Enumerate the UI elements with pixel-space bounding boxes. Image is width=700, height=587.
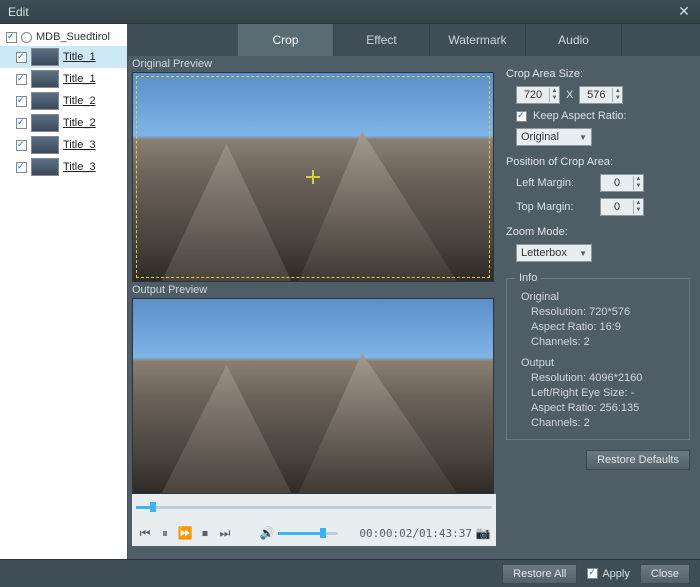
zoom-select[interactable]: Letterbox▼ bbox=[516, 244, 592, 262]
close-icon[interactable]: ✕ bbox=[676, 4, 692, 20]
playback-controls: ⏮ ⏸ ⏩ ⏹ ⏭ 🔊 00:00:02/01:43:37 📷 bbox=[132, 520, 496, 546]
output-preview-label: Output Preview bbox=[132, 282, 496, 298]
thumbnail bbox=[31, 136, 59, 154]
tab-crop[interactable]: Crop bbox=[238, 24, 334, 56]
volume-icon[interactable]: 🔊 bbox=[258, 524, 276, 542]
checkbox-icon[interactable] bbox=[16, 74, 27, 85]
checkbox-icon[interactable] bbox=[16, 140, 27, 151]
restore-defaults-button[interactable]: Restore Defaults bbox=[586, 450, 690, 470]
thumbnail bbox=[31, 92, 59, 110]
tree-item-label: Title_3 bbox=[63, 161, 96, 173]
sidebar: MDB_Suedtirol Title_1 Title_1 Title_2 Title… bbox=[0, 24, 128, 559]
volume-slider[interactable] bbox=[278, 525, 338, 541]
tree-item[interactable]: Title_2 bbox=[0, 90, 127, 112]
thumbnail bbox=[31, 70, 59, 88]
left-margin-input[interactable]: ▲▼ bbox=[600, 174, 644, 192]
thumbnail bbox=[31, 158, 59, 176]
thumbnail bbox=[31, 48, 59, 66]
skip-back-icon[interactable]: ⏮ bbox=[136, 524, 154, 542]
titlebar: Edit ✕ bbox=[0, 0, 700, 24]
chevron-down-icon: ▼ bbox=[579, 249, 587, 258]
stop-icon[interactable]: ⏹ bbox=[196, 524, 214, 542]
crop-height-input[interactable]: ▲▼ bbox=[579, 86, 623, 104]
tree-item[interactable]: Title_2 bbox=[0, 112, 127, 134]
seek-slider[interactable] bbox=[136, 499, 492, 515]
close-button[interactable]: Close bbox=[640, 564, 690, 584]
tree-item-label: Title_1 bbox=[63, 73, 96, 85]
tree-item-label: Title_3 bbox=[63, 139, 96, 151]
tree-item[interactable]: Title_3 bbox=[0, 156, 127, 178]
tree-item[interactable]: Title_3 bbox=[0, 134, 127, 156]
project-row[interactable]: MDB_Suedtirol bbox=[0, 28, 127, 46]
chevron-down-icon: ▼ bbox=[579, 133, 587, 142]
tab-audio[interactable]: Audio bbox=[526, 24, 622, 56]
tree-item[interactable]: Title_1 bbox=[0, 46, 127, 68]
timecode: 00:00:02/01:43:37 bbox=[359, 527, 472, 540]
crop-width-input[interactable]: ▲▼ bbox=[516, 86, 560, 104]
info-original-label: Original bbox=[521, 290, 681, 305]
original-preview[interactable] bbox=[132, 72, 494, 282]
preview-column: Original Preview Output Preview ⏮ bbox=[128, 56, 496, 559]
tab-bar: CropEffectWatermarkAudio bbox=[128, 24, 700, 56]
tab-effect[interactable]: Effect bbox=[334, 24, 430, 56]
checkbox-icon[interactable] bbox=[16, 118, 27, 129]
output-preview bbox=[132, 298, 494, 494]
restore-all-button[interactable]: Restore All bbox=[502, 564, 577, 584]
checkbox-icon[interactable] bbox=[16, 52, 27, 63]
size-sep: X bbox=[566, 89, 573, 101]
info-output-label: Output bbox=[521, 356, 681, 371]
content-area: CropEffectWatermarkAudio Original Previe… bbox=[128, 24, 700, 559]
apply-label: Apply bbox=[602, 568, 630, 580]
zoom-mode-label: Zoom Mode: bbox=[506, 226, 690, 238]
snapshot-icon[interactable]: 📷 bbox=[474, 524, 492, 542]
apply-checkbox-row[interactable]: Apply bbox=[587, 568, 630, 580]
checkbox-icon[interactable] bbox=[6, 32, 17, 43]
crop-position-label: Position of Crop Area: bbox=[506, 156, 690, 168]
top-margin-input[interactable]: ▲▼ bbox=[600, 198, 644, 216]
info-group: Info Original Resolution: 720*576 Aspect… bbox=[506, 272, 690, 440]
tree-item-label: Title_2 bbox=[63, 117, 96, 129]
top-margin-label: Top Margin: bbox=[516, 201, 594, 213]
properties-panel: Crop Area Size: ▲▼ X ▲▼ Keep Aspect Rati… bbox=[496, 56, 700, 559]
main-area: MDB_Suedtirol Title_1 Title_1 Title_2 Title… bbox=[0, 24, 700, 559]
tree-item[interactable]: Title_1 bbox=[0, 68, 127, 90]
footer: Restore All Apply Close bbox=[0, 559, 700, 587]
checkbox-icon[interactable] bbox=[587, 568, 598, 579]
tree-item-label: Title_1 bbox=[63, 51, 96, 63]
crop-size-label: Crop Area Size: bbox=[506, 68, 690, 80]
checkbox-icon[interactable] bbox=[16, 96, 27, 107]
aspect-select[interactable]: Original▼ bbox=[516, 128, 592, 146]
info-legend: Info bbox=[515, 272, 541, 284]
work-row: Original Preview Output Preview ⏮ bbox=[128, 56, 700, 559]
left-margin-label: Left Margin: bbox=[516, 177, 594, 189]
tree-item-label: Title_2 bbox=[63, 95, 96, 107]
thumbnail bbox=[31, 114, 59, 132]
pause-icon[interactable]: ⏸ bbox=[156, 524, 174, 542]
checkbox-icon[interactable] bbox=[16, 162, 27, 173]
tab-watermark[interactable]: Watermark bbox=[430, 24, 526, 56]
fast-forward-icon[interactable]: ⏩ bbox=[176, 524, 194, 542]
step-icon[interactable]: ⏭ bbox=[216, 524, 234, 542]
keep-aspect-label: Keep Aspect Ratio: bbox=[533, 110, 627, 122]
seek-row bbox=[132, 494, 496, 520]
preview-image bbox=[133, 299, 493, 493]
project-name: MDB_Suedtirol bbox=[36, 31, 110, 43]
crosshair-icon bbox=[306, 170, 320, 184]
window-title: Edit bbox=[8, 5, 676, 19]
original-preview-label: Original Preview bbox=[132, 56, 496, 72]
keep-aspect-checkbox[interactable] bbox=[516, 111, 527, 122]
circle-icon[interactable] bbox=[21, 32, 32, 43]
